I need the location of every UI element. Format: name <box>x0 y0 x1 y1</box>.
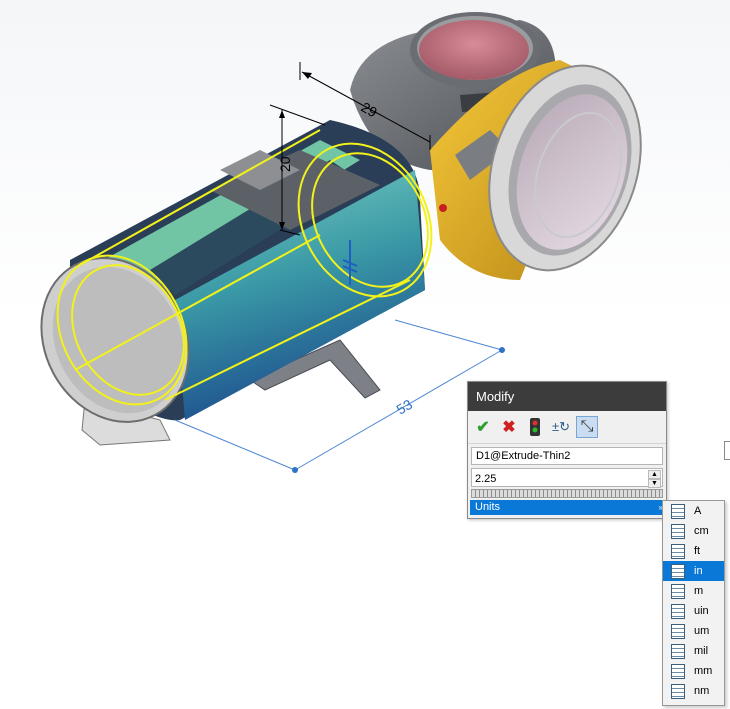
modify-dialog-title: Modify <box>468 382 666 411</box>
unit-icon <box>671 603 685 619</box>
unit-icon <box>671 583 685 599</box>
modify-toolbar: ✔ ✖ ±↻ ⤡ <box>468 411 666 444</box>
unit-item-A[interactable]: A <box>663 501 724 521</box>
ok-check-icon[interactable]: ✔ <box>472 416 494 438</box>
mark-dimension-icon[interactable]: ⤡ <box>576 416 598 438</box>
unit-icon <box>671 563 685 579</box>
unit-item-cm[interactable]: cm <box>663 521 724 541</box>
unit-icon <box>671 523 685 539</box>
unit-icon <box>671 503 685 519</box>
pink-port <box>419 20 529 80</box>
thumbwheel-slider[interactable] <box>471 489 663 498</box>
spin-down-icon[interactable]: ▼ <box>648 479 661 488</box>
model-viewport[interactable]: 53 20 29 <box>0 0 730 709</box>
unit-item-nm[interactable]: nm <box>663 681 724 701</box>
cancel-x-icon[interactable]: ✖ <box>498 416 520 438</box>
unit-icon <box>671 623 685 639</box>
unit-icon <box>671 643 685 659</box>
unit-item-mil[interactable]: mil <box>663 641 724 661</box>
dimension-height-label[interactable]: 20 <box>277 156 293 172</box>
unit-icon <box>671 683 685 699</box>
rebuild-icon[interactable] <box>524 416 546 438</box>
unit-item-in[interactable]: in <box>663 561 724 581</box>
red-marker <box>439 204 447 212</box>
reverse-sense-icon[interactable]: ±↻ <box>550 416 572 438</box>
unit-item-um[interactable]: um <box>663 621 724 641</box>
dimension-length-label[interactable]: 53 <box>394 396 416 418</box>
value-input[interactable] <box>472 470 638 488</box>
value-spinbox[interactable]: ▲ ▼ <box>471 468 663 488</box>
spin-up-icon[interactable]: ▲ <box>648 470 661 479</box>
unit-item-m[interactable]: m <box>663 581 724 601</box>
dimension-name-field: D1@Extrude-Thin2 <box>471 447 663 465</box>
units-label: Units <box>475 501 501 513</box>
edge-fragment <box>724 441 730 460</box>
unit-item-ft[interactable]: ft <box>663 541 724 561</box>
units-submenu[interactable]: A cm ft in m uin um mil mm nm <box>662 500 725 706</box>
units-menu-trigger[interactable]: Units » <box>470 500 667 515</box>
unit-icon <box>671 663 685 679</box>
unit-item-mm[interactable]: mm <box>663 661 724 681</box>
spin-arrows[interactable]: ▲ ▼ <box>648 470 661 488</box>
modify-dialog[interactable]: Modify ✔ ✖ ±↻ ⤡ D1@Extrude-Thin2 ▲ ▼ Uni… <box>467 381 667 519</box>
unit-item-uin[interactable]: uin <box>663 601 724 621</box>
unit-icon <box>671 543 685 559</box>
